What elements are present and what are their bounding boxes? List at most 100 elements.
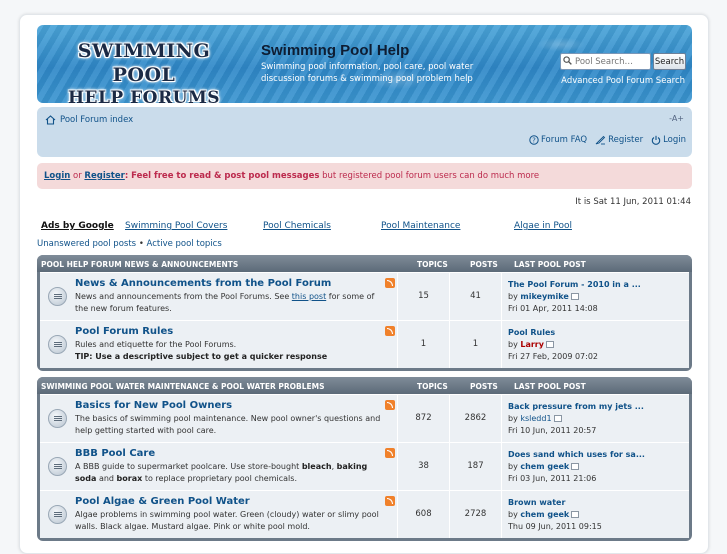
category-title[interactable]: POOL HELP FORUM NEWS & ANNOUNCEMENTS [41, 260, 238, 269]
home-icon [45, 115, 56, 125]
username-link[interactable]: ksledd1 [520, 414, 551, 423]
view-latest-post-icon[interactable] [571, 463, 580, 470]
topics-count: 38 [397, 443, 449, 490]
topics-count: 1 [397, 321, 449, 368]
active-topics-link[interactable]: Active pool topics [147, 239, 222, 249]
col-topics-header: TOPICS [417, 260, 448, 269]
category-title[interactable]: SWIMMING POOL WATER MAINTENANCE & POOL W… [41, 382, 325, 391]
notice-login-link[interactable]: Login [44, 171, 70, 181]
search-box: Search [560, 53, 686, 70]
posts-count: 187 [449, 443, 501, 490]
help-icon: ? [529, 135, 539, 145]
forum-description: Rules and etiquette for the Pool Forums.… [75, 339, 381, 363]
username-link[interactable]: chem geek [520, 510, 569, 519]
view-latest-post-icon[interactable] [553, 415, 562, 422]
navbar: Pool Forum index -A+ ? Forum FAQ Registe… [37, 107, 692, 157]
faq-link[interactable]: ? Forum FAQ [529, 135, 587, 145]
ads-label[interactable]: Ads by Google [41, 221, 114, 231]
font-size-control[interactable]: -A+ [669, 114, 684, 123]
by-label: by [508, 292, 518, 301]
search-button[interactable]: Search [653, 53, 686, 70]
forum-read-icon [48, 335, 67, 354]
register-label: Register [608, 135, 644, 145]
site-title[interactable]: Swimming Pool Help [261, 42, 409, 59]
last-post: Back pressure from my jets ... by ksledd… [501, 395, 689, 442]
guest-notice: Login or Register: Feel free to read & p… [37, 163, 692, 189]
breadcrumb-index-link[interactable]: Pool Forum index [60, 115, 133, 125]
forum-row: BBB Pool Care A BBB guide to supermarket… [40, 442, 689, 490]
forum-title-link[interactable]: BBB Pool Care [75, 448, 155, 459]
view-latest-post-icon[interactable] [570, 293, 579, 300]
forum-category: POOL HELP FORUM NEWS & ANNOUNCEMENTS TOP… [37, 255, 692, 371]
last-post-author: by chem geek [508, 509, 689, 521]
forum-description: A BBB guide to supermarket poolcare. Use… [75, 461, 381, 485]
forum-read-icon [48, 287, 67, 306]
notice-rest: but registered pool forum users can do m… [322, 171, 540, 181]
last-post-title[interactable]: The Pool Forum - 2010 in a ... [508, 279, 689, 291]
ads-bar: Ads by Google Swimming Pool Covers Pool … [41, 221, 641, 235]
rss-feed-icon[interactable] [385, 496, 395, 506]
unanswered-posts-link[interactable]: Unanswered pool posts [37, 239, 136, 249]
last-post-time: Fri 03 Jun, 2011 21:06 [508, 474, 597, 483]
rss-feed-icon[interactable] [385, 326, 395, 336]
desc-bold: bleach [301, 462, 332, 471]
category-header: SWIMMING POOL WATER MAINTENANCE & POOL W… [37, 377, 692, 394]
rss-feed-icon[interactable] [385, 400, 395, 410]
forum-title-link[interactable]: Pool Algae & Green Pool Water [75, 496, 250, 507]
faq-label: Forum FAQ [540, 135, 588, 145]
col-last-header: LAST POOL POST [514, 382, 586, 391]
desc-text: A BBB guide to supermarket poolcare. Use… [75, 462, 300, 471]
forum-row: News & Announcements from the Pool Forum… [40, 272, 689, 320]
last-post: Pool Rules by Larry Fri 27 Feb, 2009 07:… [501, 321, 689, 368]
by-label: by [508, 510, 518, 519]
power-icon [651, 135, 661, 145]
ad-link[interactable]: Swimming Pool Covers [125, 221, 227, 231]
forum-read-icon [48, 409, 67, 428]
last-post-title[interactable]: Back pressure from my jets ... [508, 401, 689, 413]
login-link[interactable]: Login [651, 135, 686, 145]
col-posts-header: POSTS [470, 382, 498, 391]
forum-title-link[interactable]: Pool Forum Rules [75, 326, 173, 337]
last-post-author: by mikeymike [508, 291, 689, 303]
by-label: by [508, 340, 518, 349]
forum-title-link[interactable]: News & Announcements from the Pool Forum [75, 278, 331, 289]
site-logo[interactable]: SWIMMING POOL HELP FORUMS [45, 39, 243, 103]
last-post-title[interactable]: Does sand which uses for sa... [508, 449, 689, 461]
breadcrumb[interactable]: Pool Forum index [45, 115, 133, 125]
last-post-title[interactable]: Brown water [508, 497, 689, 509]
desc-text: to replace proprietary pool chemicals. [144, 474, 297, 483]
col-last-header: LAST POOL POST [514, 260, 586, 269]
site-description: Swimming pool information, pool care, po… [261, 62, 474, 84]
search-input[interactable] [560, 53, 651, 70]
last-post-time: Fri 27 Feb, 2009 07:02 [508, 352, 599, 361]
separator: • [138, 239, 144, 249]
username-link[interactable]: mikeymike [520, 292, 568, 301]
desc-text: Rules and etiquette for the Pool Forums. [75, 340, 237, 349]
view-latest-post-icon[interactable] [545, 341, 554, 348]
rss-feed-icon[interactable] [385, 278, 395, 288]
forum-row: Pool Forum Rules Rules and etiquette for… [40, 320, 689, 368]
last-post: The Pool Forum - 2010 in a ... by mikeym… [501, 273, 689, 320]
ad-link[interactable]: Pool Maintenance [381, 221, 460, 231]
desc-link[interactable]: this post [292, 292, 326, 301]
forum-description: Algae problems in swimming pool water. G… [75, 510, 379, 531]
desc-tip: TIP: Use a descriptive subject to get a … [75, 352, 328, 361]
last-post-time: Thu 09 Jun, 2011 09:15 [508, 522, 602, 531]
username-link[interactable]: Larry [520, 340, 544, 349]
register-link[interactable]: Register [595, 135, 643, 145]
ad-link[interactable]: Pool Chemicals [263, 221, 331, 231]
current-datetime: It is Sat 11 Jun, 2011 01:44 [575, 197, 691, 207]
category-header: POOL HELP FORUM NEWS & ANNOUNCEMENTS TOP… [37, 255, 692, 272]
rss-feed-icon[interactable] [385, 448, 395, 458]
col-posts-header: POSTS [470, 260, 498, 269]
forum-title-link[interactable]: Basics for New Pool Owners [75, 400, 232, 411]
view-latest-post-icon[interactable] [571, 511, 580, 518]
forum-description: News and announcements from the Pool For… [75, 291, 381, 315]
notice-register-link[interactable]: Register [84, 171, 124, 181]
col-topics-header: TOPICS [417, 382, 448, 391]
username-link[interactable]: chem geek [520, 462, 569, 471]
topics-count: 872 [397, 395, 449, 442]
advanced-search-link[interactable]: Advanced Pool Forum Search [561, 76, 685, 86]
ad-link[interactable]: Algae in Pool [514, 221, 572, 231]
last-post-title[interactable]: Pool Rules [508, 327, 689, 339]
